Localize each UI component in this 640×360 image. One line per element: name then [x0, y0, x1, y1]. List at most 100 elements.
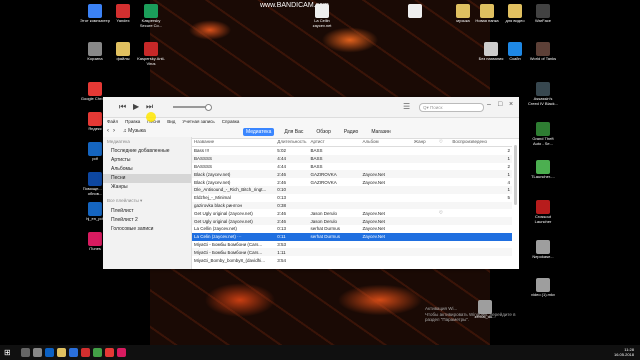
table-row[interactable]: Black (zaycev.net) 2:46 GAZIROVKA Zaycev.Ne…: [192, 170, 512, 179]
library-select[interactable]: ♫ Музыка: [123, 128, 146, 134]
store-icon[interactable]: [69, 348, 78, 357]
chrome-icon[interactable]: [105, 348, 114, 357]
desktop-icon[interactable]: Новая папка: [472, 4, 502, 24]
table-row[interactable]: La Cellin (zaycev.net) 0:13 serhat Durmus Z…: [192, 225, 512, 233]
itunes-taskbar-icon[interactable]: [117, 348, 126, 357]
app-icon: [536, 278, 550, 292]
vertical-scrollbar[interactable]: [514, 145, 517, 205]
sidebar-section-playlists[interactable]: Все плейлисты ▾: [103, 196, 191, 206]
column-header[interactable]: Длительность: [275, 137, 309, 147]
table-row[interactable]: Dle_Antisound_-_Rich_Bitch_ringt... 0:10 1: [192, 185, 512, 194]
menu-item[interactable]: Вид: [167, 119, 175, 124]
tab[interactable]: Для Вас: [281, 128, 306, 136]
sidebar-playlist[interactable]: Голосовые записи: [103, 224, 191, 233]
list-icon[interactable]: ☰: [403, 102, 410, 111]
column-header[interactable]: Альбом: [360, 137, 412, 147]
file-explorer-icon[interactable]: [57, 348, 66, 357]
close-icon[interactable]: ×: [509, 101, 513, 108]
desktop-icon[interactable]: Корзина: [80, 42, 110, 62]
sidebar-section-library: Медиатека: [107, 139, 130, 144]
desktop-icon[interactable]: World of Tanks: [528, 42, 558, 62]
desktop-icon[interactable]: video (1).mkv: [528, 278, 558, 298]
table-cell: Jason Derulo: [308, 217, 361, 225]
table-row[interactable]: MiyaGi - Бомбы Бомбони (Cars... 1:11: [192, 248, 512, 257]
column-header[interactable]: Воспроизведено: [450, 137, 512, 147]
tab[interactable]: Радио: [341, 128, 361, 136]
column-header[interactable]: Название: [192, 137, 276, 147]
desktop-icon[interactable]: Nepokase...: [528, 240, 558, 260]
back-icon[interactable]: ‹: [107, 128, 109, 134]
sidebar-item[interactable]: Альбомы: [103, 164, 191, 173]
column-header[interactable]: ♡: [436, 137, 451, 147]
minimize-icon[interactable]: –: [487, 101, 491, 108]
table-row[interactable]: Bass !!! 5:02 BASS 2: [192, 147, 512, 155]
start-icon[interactable]: ⊞: [4, 348, 11, 357]
maximize-icon[interactable]: □: [498, 101, 502, 108]
table-cell: [308, 248, 361, 257]
app-icon: [88, 202, 102, 216]
desktop-icon[interactable]: [400, 4, 430, 19]
table-row[interactable]: Get Ugly original (zaycev.net) 2:46 Jason …: [192, 209, 512, 217]
edge-icon[interactable]: [45, 348, 54, 357]
table-row[interactable]: gazirovka black ринггон 0:38: [192, 201, 512, 210]
desktop-icon[interactable]: Yandex: [108, 4, 138, 24]
column-header[interactable]: Артист: [308, 137, 361, 147]
tab[interactable]: Магазин: [368, 128, 393, 136]
table-row[interactable]: Black (zaycev.net) 2:46 GAZIROVKA Zaycev.Ne…: [192, 178, 512, 186]
table-cell: MiyaGi_Bomby_bomby8_(davidhi...: [194, 257, 266, 263]
table-cell: 2: [507, 163, 510, 169]
desktop-icon[interactable]: файлы: [108, 42, 138, 62]
sidebar-item[interactable]: Жанры: [103, 183, 191, 192]
search-icon[interactable]: [21, 348, 30, 357]
desktop-icon[interactable]: La Cellin zaycev.net: [307, 4, 337, 28]
table-cell: [450, 217, 512, 225]
volume-knob[interactable]: [205, 104, 212, 111]
previous-icon[interactable]: ⏮: [119, 102, 126, 112]
desktop-icon[interactable]: Kaspersky Anti-Virus: [136, 42, 166, 66]
menu-item[interactable]: Файл: [107, 119, 118, 124]
desktop-icon-label: video (1).mkv: [530, 292, 555, 297]
table-cell: [412, 178, 437, 186]
menu-item[interactable]: Правка: [125, 119, 140, 124]
tab[interactable]: Медиатека: [243, 128, 275, 136]
sidebar-playlist[interactable]: Плейлист: [103, 206, 191, 215]
table-row[interactable]: MiyaGi - Бомбы Бомбони (Cars... 3:53: [192, 241, 512, 249]
play-icon[interactable]: ▶: [133, 102, 139, 111]
table-row[interactable]: La Celin (zaycev.net) ··· 0:11 serhat Durm…: [192, 232, 512, 241]
search-input[interactable]: Q▾ Поиск: [419, 103, 484, 112]
desktop-icon[interactable]: Crossout Launcher: [528, 200, 558, 224]
desktop-icon[interactable]: Скайп: [500, 42, 530, 62]
desktop-icon[interactable]: Этот компьютер: [80, 4, 110, 24]
songs-table: Название Длительность Артист Альбом Жанр ♡ Вос…: [192, 137, 512, 264]
desktop-icon[interactable]: Assassin's Creed IV Black...: [528, 82, 558, 106]
menu-item[interactable]: Справка: [222, 119, 240, 124]
desktop-icon[interactable]: WarFace: [528, 4, 558, 24]
tab[interactable]: Обзор: [313, 128, 333, 136]
table-cell: [450, 232, 512, 241]
next-icon[interactable]: ⏭: [146, 102, 153, 112]
table-cell: [361, 256, 412, 264]
sidebar-playlist[interactable]: Плейлист 2: [103, 215, 191, 224]
yandex-icon[interactable]: [81, 348, 90, 357]
table-row[interactable]: BASSSS 4:44 BASS 2: [192, 163, 512, 171]
volume-slider[interactable]: [173, 104, 212, 111]
desktop-icon[interactable]: Kaspersky Secure Co...: [136, 4, 166, 28]
desktop-icon-label: Новая папка: [475, 18, 499, 23]
column-header[interactable]: Жанр: [411, 137, 437, 147]
sidebar-item[interactable]: Песни: [103, 173, 191, 183]
table-row[interactable]: Get Ugly original (zaycev.net) 2:46 Jason …: [192, 217, 512, 225]
table-row[interactable]: Eldzhej_-_Minimal 0:13 5: [192, 194, 512, 202]
task-view-icon[interactable]: [33, 348, 42, 357]
sidebar-item[interactable]: Артисты: [103, 155, 191, 164]
app-icon[interactable]: [93, 348, 102, 357]
forward-icon[interactable]: ›: [113, 128, 115, 134]
desktop-icon[interactable]: Grand Theft Auto - Se...: [528, 122, 558, 146]
table-row[interactable]: MiyaGi_Bomby_bomby8_(davidhi... 3:54: [192, 256, 512, 264]
table-cell: BASS: [308, 154, 361, 163]
desktop-icon[interactable]: TLauncher-...: [528, 160, 558, 180]
desktop-icon[interactable]: для видео: [500, 4, 530, 24]
sidebar-item[interactable]: Последние добавленные: [103, 146, 191, 155]
table-cell: [411, 170, 437, 179]
table-row[interactable]: BASSSS 4:44 BASS 1: [192, 154, 512, 163]
menu-item[interactable]: Учетная запись: [182, 119, 214, 124]
